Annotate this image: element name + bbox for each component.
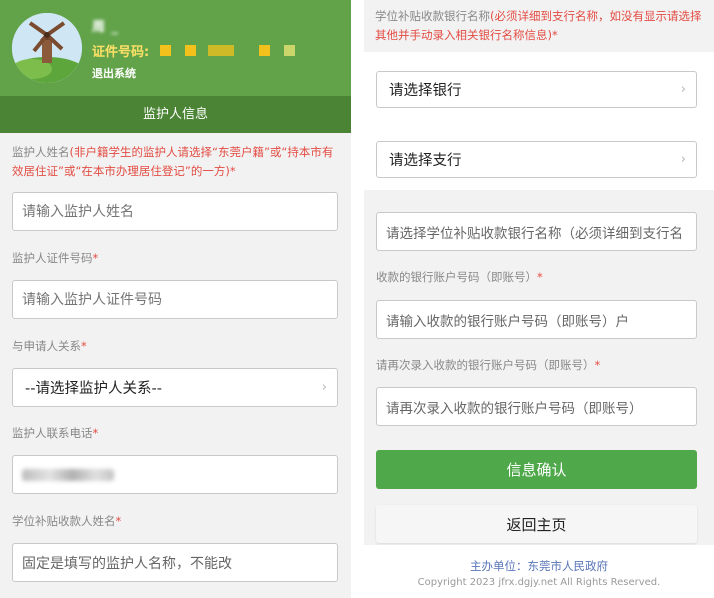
footer-organizer: 主办单位：东莞市人民政府	[470, 559, 608, 573]
bank-name-input[interactable]: 请选择学位补贴收款银行名称（必须详细到支行名	[376, 212, 697, 251]
windmill-avatar-icon	[12, 13, 82, 83]
bank-select-value: 请选择银行	[389, 83, 462, 99]
guardian-id-input[interactable]	[12, 280, 338, 319]
user-header: 周 _ 证件号码: 退出系统 监护人信息	[0, 0, 351, 133]
relation-select-value: --请选择监护人关系--	[25, 381, 162, 397]
cert-number-mask	[185, 45, 196, 56]
cert-number-label: 证件号码:	[92, 45, 150, 60]
phone-input[interactable]	[12, 455, 338, 494]
guardian-form-panel: 周 _ 证件号码: 退出系统 监护人信息 监护人姓名(非户籍学生的监护人请选择“…	[0, 0, 351, 598]
payee-name-label-text: 学位补贴收款人姓名	[12, 514, 116, 528]
bank-name-label: 学位补贴收款银行名称(必须详细到支行名称，如没有显示请选择其他并手动录入相关银行…	[375, 7, 707, 45]
account-confirm-input[interactable]: 请再次录入收款的银行账户号码（即账号）	[376, 387, 697, 426]
chevron-right-icon: ›	[680, 151, 686, 167]
confirm-info-button[interactable]: 信息确认	[376, 450, 697, 489]
payee-name-value: 固定是填写的监护人名称，不能改	[22, 555, 232, 572]
required-star: *	[229, 164, 236, 178]
branch-select[interactable]: 请选择支行 ›	[376, 141, 697, 178]
account-label-text: 收款的银行账户号码（即账号）	[376, 270, 537, 284]
bank-name-input-placeholder: 请选择学位补贴收款银行名称（必须详细到支行名	[386, 225, 683, 242]
phone-label: 监护人联系电话*	[12, 424, 98, 443]
required-star: *	[594, 358, 601, 372]
account-input[interactable]: 请输入收款的银行账户号码（即账号）户	[376, 300, 697, 339]
cert-number-mask	[284, 45, 295, 56]
guardian-id-label-text: 监护人证件号码	[12, 251, 93, 265]
relation-select[interactable]: --请选择监护人关系-- ›	[12, 368, 338, 407]
footer: 主办单位：东莞市人民政府 Copyright 2023 jfrx.dgjy.ne…	[364, 545, 714, 598]
account-confirm-label: 请再次录入收款的银行账户号码（即账号）*	[376, 356, 600, 375]
required-star: *	[537, 270, 543, 284]
back-home-button[interactable]: 返回主页	[376, 505, 697, 543]
account-confirm-input-placeholder: 请再次录入收款的银行账户号码（即账号）	[386, 400, 643, 417]
required-star: *	[81, 339, 87, 353]
chevron-right-icon: ›	[321, 379, 327, 395]
cert-number-mask	[160, 45, 171, 56]
required-star: *	[115, 514, 122, 528]
payee-name-label: 学位补贴收款人姓名*	[12, 512, 121, 531]
cert-number-mask	[259, 45, 270, 56]
bank-name-label-text: 学位补贴收款银行名称	[375, 9, 490, 23]
required-star: *	[552, 28, 558, 42]
account-confirm-label-text: 请再次录入收款的银行账户号码（即账号）	[376, 358, 595, 372]
guardian-name-input[interactable]	[12, 192, 338, 231]
phone-label-text: 监护人联系电话	[12, 426, 93, 440]
guardian-id-label: 监护人证件号码*	[12, 249, 98, 268]
payee-name-field: 固定是填写的监护人名称，不能改	[12, 543, 338, 582]
account-input-placeholder: 请输入收款的银行账户号码（即账号）户	[386, 313, 629, 330]
guardian-name-label: 监护人姓名(非户籍学生的监护人请选择“东莞户籍”或“持本市有效居住证”或“在本市…	[12, 143, 344, 181]
cert-number-mask	[208, 45, 234, 56]
account-label: 收款的银行账户号码（即账号）*	[376, 268, 543, 287]
tab-guardian-info[interactable]: 监护人信息	[0, 96, 351, 133]
required-star: *	[92, 251, 99, 265]
chevron-right-icon: ›	[680, 81, 686, 97]
logout-link[interactable]: 退出系统	[92, 65, 136, 81]
bank-select[interactable]: 请选择银行 ›	[376, 71, 697, 108]
relation-label-text: 与申请人关系	[12, 339, 81, 353]
branch-select-value: 请选择支行	[389, 153, 462, 169]
required-star: *	[92, 426, 99, 440]
guardian-name-label-text: 监护人姓名	[12, 145, 70, 159]
bank-form-panel: 学位补贴收款银行名称(必须详细到支行名称，如没有显示请选择其他并手动录入相关银行…	[364, 0, 714, 598]
username: 周 _	[92, 20, 120, 35]
footer-copyright: Copyright 2023 jfrx.dgjy.net All Rights …	[417, 577, 661, 588]
phone-value-blurred	[22, 468, 114, 481]
relation-label: 与申请人关系*	[12, 337, 87, 356]
